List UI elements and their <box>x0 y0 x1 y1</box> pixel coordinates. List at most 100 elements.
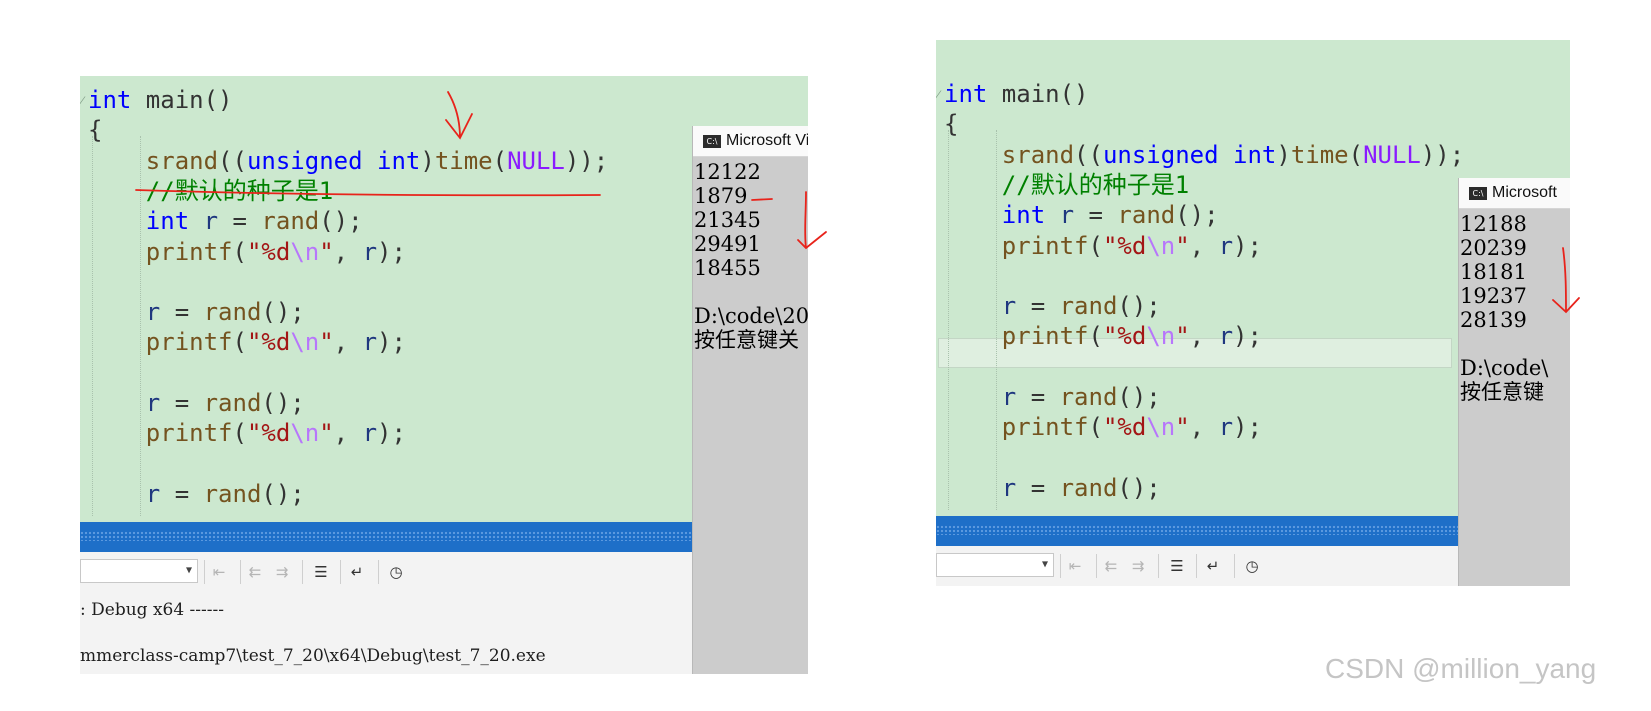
toolbar-separator <box>1158 554 1159 578</box>
code-line[interactable]: r = rand(); <box>88 296 305 328</box>
toolbar-separator <box>340 560 341 584</box>
code-line[interactable]: { <box>88 114 102 146</box>
code-token: )); <box>1420 140 1465 169</box>
console-titlebar[interactable]: C:\ Microsoft Vi <box>693 126 808 157</box>
code-line[interactable]: printf("%d\n", r); <box>944 320 1262 352</box>
collapse-marker-icon[interactable]: ⁄ <box>936 88 944 104</box>
code-line[interactable]: r = rand(); <box>88 478 305 510</box>
code-line[interactable]: int main() <box>88 84 233 116</box>
code-token: r <box>145 479 161 508</box>
word-wrap-icon[interactable]: ↵ <box>346 561 368 583</box>
code-line[interactable]: printf("%d\n", r); <box>88 326 406 358</box>
word-wrap-icon[interactable]: ↵ <box>1202 555 1224 577</box>
code-token: \n <box>1146 322 1176 351</box>
code-line[interactable]: printf("%d\n", r); <box>88 417 406 449</box>
code-line[interactable]: srand((unsigned int)time(NULL)); <box>88 145 608 177</box>
code-token: = <box>160 298 204 327</box>
code-token: , <box>1189 413 1219 442</box>
code-token: r <box>362 237 378 266</box>
code-line[interactable]: { <box>944 108 958 140</box>
code-token: r <box>362 328 378 357</box>
code-line[interactable]: r = rand(); <box>944 381 1161 413</box>
clock-icon[interactable]: ◷ <box>1241 555 1263 577</box>
code-token: )); <box>564 146 609 175</box>
code-line[interactable]: r = rand(); <box>944 472 1161 504</box>
code-line[interactable]: //默认的种子是1 <box>88 175 333 207</box>
code-token: ); <box>377 419 406 448</box>
code-line[interactable]: //默认的种子是1 <box>944 169 1189 201</box>
code-token: rand <box>261 207 320 236</box>
output-source-dropdown[interactable]: ▼ <box>936 553 1054 577</box>
code-line[interactable]: r = rand(); <box>88 387 305 419</box>
code-token: " <box>1175 231 1190 260</box>
code-token: (( <box>1074 140 1103 169</box>
console-line: 18181 <box>1460 260 1527 284</box>
code-token: { <box>88 116 103 145</box>
toolbar-separator <box>240 560 241 584</box>
code-token: , <box>1189 322 1219 351</box>
collapse-marker-icon[interactable]: ⁄ <box>80 94 88 110</box>
console-titlebar[interactable]: C:\ Microsoft <box>1459 178 1570 209</box>
code-token: ( <box>1088 413 1103 442</box>
code-token: printf <box>145 419 233 448</box>
screenshot-left: ⁄ int main(){ srand((unsigned int)time(N… <box>80 76 808 674</box>
code-line[interactable]: int r = rand(); <box>88 205 363 237</box>
toolbar-separator <box>1060 554 1061 578</box>
console-window[interactable]: C:\ Microsoft Vi 12122 1879 21345 29491 … <box>692 126 808 674</box>
code-line[interactable]: srand((unsigned int)time(NULL)); <box>944 139 1464 171</box>
clear-all-icon[interactable]: ☰ <box>1166 555 1188 577</box>
find-previous-icon[interactable]: ⇤ <box>208 561 230 583</box>
code-line[interactable]: r = rand(); <box>944 290 1161 322</box>
code-line[interactable]: printf("%d\n", r); <box>944 230 1262 262</box>
code-token: ( <box>1088 231 1103 260</box>
code-token: ( <box>1088 322 1103 351</box>
clear-all-icon[interactable]: ☰ <box>310 561 332 583</box>
indent-left-icon[interactable]: ⇇ <box>1100 555 1122 577</box>
code-token: int <box>944 80 988 108</box>
code-token: int <box>377 146 421 175</box>
code-token: r <box>1218 322 1234 351</box>
code-token: { <box>944 110 959 139</box>
code-token: (); <box>1117 383 1161 411</box>
code-line[interactable]: int main() <box>944 78 1089 110</box>
indent-right-icon[interactable]: ⇉ <box>271 561 293 583</box>
code-token: rand <box>1059 383 1118 411</box>
code-line[interactable]: int r = rand(); <box>944 199 1219 231</box>
chevron-down-icon: ▼ <box>1041 559 1048 570</box>
code-token: " <box>319 419 334 448</box>
code-token: (); <box>261 389 305 417</box>
code-token: (); <box>1117 473 1161 502</box>
clock-icon[interactable]: ◷ <box>385 561 407 583</box>
console-line: 20239 <box>1460 236 1527 260</box>
code-token: = <box>1016 292 1060 321</box>
code-token: = <box>1074 201 1118 230</box>
code-token: "%d <box>1102 413 1147 442</box>
code-token: printf <box>1001 413 1089 442</box>
code-line[interactable]: printf("%d\n", r); <box>944 411 1262 443</box>
code-token: rand <box>1059 473 1118 502</box>
console-window[interactable]: C:\ Microsoft 12188 20239 18181 19237 28… <box>1458 178 1570 586</box>
indent-left-icon[interactable]: ⇇ <box>244 561 266 583</box>
code-token: " <box>1175 322 1190 351</box>
code-token: ); <box>1233 231 1262 260</box>
code-token: ( <box>492 146 508 175</box>
code-token: int <box>1233 140 1277 169</box>
indent-right-icon[interactable]: ⇉ <box>1127 555 1149 577</box>
find-previous-icon[interactable]: ⇤ <box>1064 555 1086 577</box>
output-source-dropdown[interactable]: ▼ <box>80 559 198 583</box>
code-token: " <box>319 237 334 266</box>
code-token: ( <box>232 237 247 266</box>
code-token: ( <box>1348 140 1364 169</box>
code-token: rand <box>203 298 262 327</box>
code-line[interactable]: printf("%d\n", r); <box>88 236 406 268</box>
code-token: NULL <box>1363 140 1421 169</box>
code-token: //默认的种子是1 <box>145 176 334 205</box>
code-token: r <box>145 389 161 417</box>
